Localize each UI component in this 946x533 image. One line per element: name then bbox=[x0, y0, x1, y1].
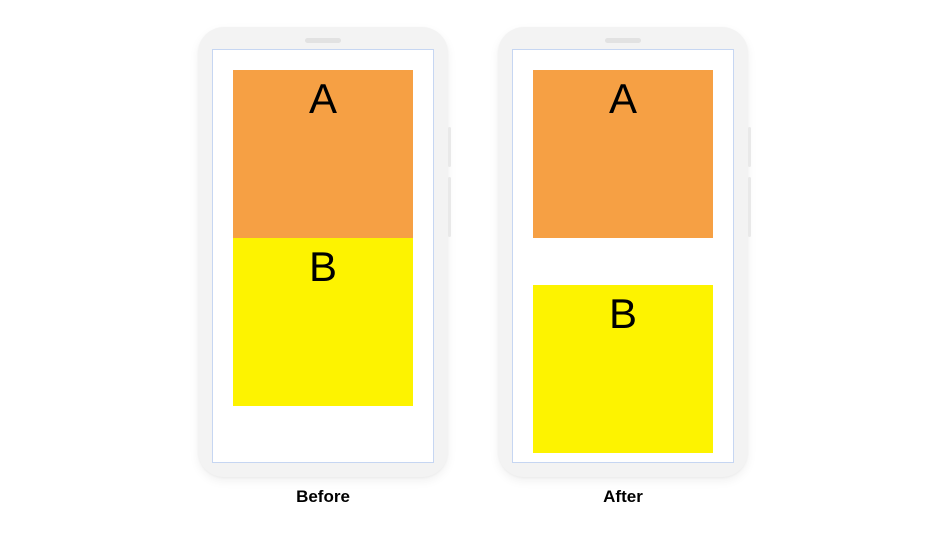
box-b-after: B bbox=[533, 285, 713, 453]
phone-side-button bbox=[748, 177, 751, 237]
phone-frame-before: A B bbox=[198, 27, 448, 477]
phone-side-button bbox=[448, 127, 451, 167]
phone-speaker bbox=[305, 38, 341, 43]
caption-before: Before bbox=[296, 487, 350, 507]
box-a-before: A bbox=[233, 70, 413, 238]
after-column: A B After bbox=[498, 27, 748, 507]
phone-side-button bbox=[448, 177, 451, 237]
phone-side-button bbox=[748, 127, 751, 167]
before-column: A B Before bbox=[198, 27, 448, 507]
phone-speaker bbox=[605, 38, 641, 43]
caption-after: After bbox=[603, 487, 643, 507]
phone-screen-before: A B bbox=[212, 49, 434, 463]
box-a-after: A bbox=[533, 70, 713, 238]
phone-screen-after: A B bbox=[512, 49, 734, 463]
box-b-before: B bbox=[233, 238, 413, 406]
phone-frame-after: A B bbox=[498, 27, 748, 477]
